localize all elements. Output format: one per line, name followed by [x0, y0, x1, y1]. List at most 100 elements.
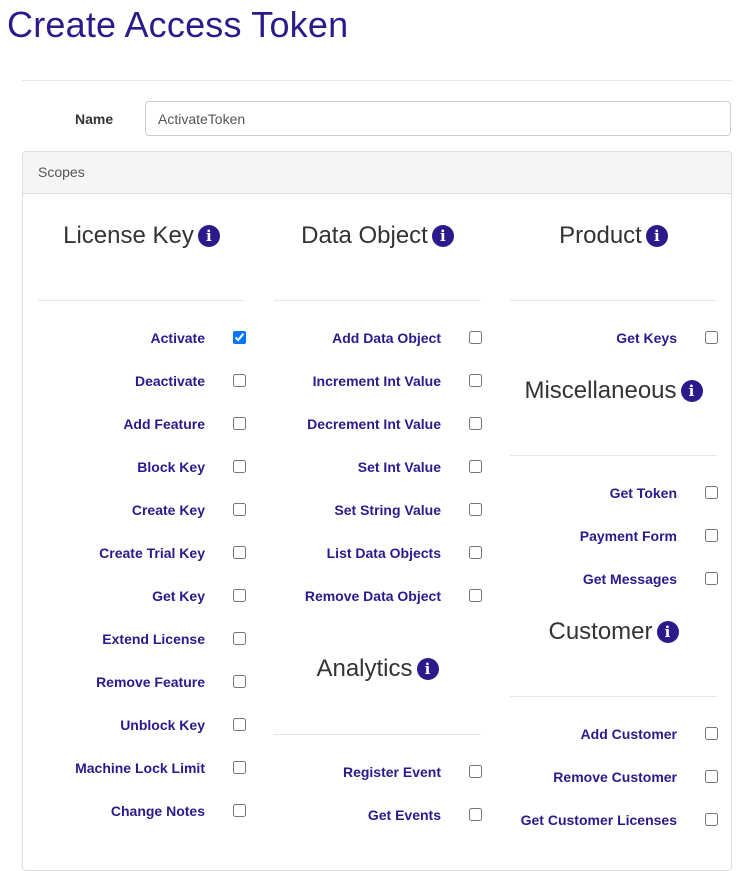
license-key-divider — [38, 300, 245, 301]
license-key-group-title: License Key i — [38, 222, 245, 250]
scope-row-extend-license: Extend License — [38, 631, 246, 651]
scope-label[interactable]: Decrement Int Value — [307, 416, 441, 432]
info-icon[interactable]: i — [645, 225, 668, 247]
scopes-panel: Scopes License Key i Activate Deactivate … — [22, 151, 732, 871]
scope-label[interactable]: Extend License — [102, 631, 205, 647]
info-icon[interactable]: i — [416, 658, 439, 680]
customer-divider — [510, 696, 717, 697]
scope-row-change-notes: Change Notes — [38, 803, 246, 823]
scope-label[interactable]: Add Customer — [581, 726, 677, 742]
scope-label[interactable]: Get Events — [368, 807, 441, 823]
scope-row-remove-feature: Remove Feature — [38, 674, 246, 694]
scope-label[interactable]: Set String Value — [334, 502, 441, 518]
scope-label[interactable]: Get Key — [152, 588, 205, 604]
customer-group-title: Customer i — [510, 618, 717, 646]
scope-label[interactable]: Machine Lock Limit — [75, 760, 205, 776]
scope-checkbox-increment-int-value[interactable] — [469, 374, 482, 387]
scope-checkbox-add-feature[interactable] — [233, 417, 246, 430]
scope-checkbox-get-keys[interactable] — [705, 331, 718, 344]
scope-label[interactable]: Payment Form — [580, 528, 677, 544]
scope-label[interactable]: Get Messages — [583, 571, 677, 587]
scope-label[interactable]: Get Keys — [616, 330, 677, 346]
scope-checkbox-create-trial-key[interactable] — [233, 546, 246, 559]
page-title: Create Access Token — [7, 4, 349, 45]
scope-checkbox-set-string-value[interactable] — [469, 503, 482, 516]
scope-checkbox-change-notes[interactable] — [233, 804, 246, 817]
scope-checkbox-add-customer[interactable] — [705, 727, 718, 740]
scope-label[interactable]: Add Data Object — [332, 330, 441, 346]
scope-row-get-key: Get Key — [38, 588, 246, 608]
scope-label[interactable]: List Data Objects — [327, 545, 441, 561]
info-icon[interactable]: i — [431, 225, 454, 247]
data-object-title: Data Object — [301, 222, 428, 249]
scope-checkbox-deactivate[interactable] — [233, 374, 246, 387]
scope-checkbox-remove-customer[interactable] — [705, 770, 718, 783]
name-input[interactable] — [145, 101, 731, 136]
scope-checkbox-create-key[interactable] — [233, 503, 246, 516]
scope-checkbox-remove-data-object[interactable] — [469, 589, 482, 602]
analytics-divider — [274, 734, 481, 735]
scope-row-remove-data-object: Remove Data Object — [274, 588, 482, 608]
scope-label[interactable]: Remove Customer — [553, 769, 677, 785]
scope-label[interactable]: Register Event — [343, 764, 441, 780]
scope-checkbox-get-key[interactable] — [233, 589, 246, 602]
info-icon[interactable]: i — [197, 225, 220, 247]
scope-label[interactable]: Deactivate — [135, 373, 205, 389]
scope-row-get-customer-licenses: Get Customer Licenses — [510, 812, 718, 832]
scope-label[interactable]: Set Int Value — [358, 459, 441, 475]
scope-row-increment-int-value: Increment Int Value — [274, 373, 482, 393]
data-object-divider — [274, 300, 481, 301]
scope-checkbox-machine-lock-limit[interactable] — [233, 761, 246, 774]
scope-label[interactable]: Block Key — [137, 459, 205, 475]
scope-row-activate: Activate — [38, 330, 246, 350]
scope-checkbox-activate[interactable] — [233, 331, 246, 344]
info-icon[interactable]: i — [680, 380, 703, 402]
header-divider — [22, 80, 732, 81]
scope-checkbox-get-messages[interactable] — [705, 572, 718, 585]
scope-checkbox-decrement-int-value[interactable] — [469, 417, 482, 430]
scope-row-add-customer: Add Customer — [510, 726, 718, 746]
scope-row-list-data-objects: List Data Objects — [274, 545, 482, 565]
scope-checkbox-get-customer-licenses[interactable] — [705, 813, 718, 826]
miscellaneous-title: Miscellaneous — [524, 377, 677, 404]
miscellaneous-group-title: Miscellaneous i — [510, 377, 717, 405]
scope-row-get-messages: Get Messages — [510, 571, 718, 591]
analytics-group-title: Analytics i — [274, 655, 481, 683]
scope-label[interactable]: Activate — [151, 330, 205, 346]
scope-row-get-token: Get Token — [510, 485, 718, 505]
name-label: Name — [75, 111, 114, 127]
scope-label[interactable]: Add Feature — [123, 416, 205, 432]
scope-checkbox-set-int-value[interactable] — [469, 460, 482, 473]
scopes-heading: Scopes — [23, 152, 731, 194]
scope-row-create-key: Create Key — [38, 502, 246, 522]
scope-checkbox-payment-form[interactable] — [705, 529, 718, 542]
scope-label[interactable]: Remove Feature — [96, 674, 205, 690]
scope-row-remove-customer: Remove Customer — [510, 769, 718, 789]
scope-label[interactable]: Increment Int Value — [313, 373, 441, 389]
scope-label[interactable]: Remove Data Object — [305, 588, 441, 604]
scope-row-create-trial-key: Create Trial Key — [38, 545, 246, 565]
scope-row-block-key: Block Key — [38, 459, 246, 479]
scope-label[interactable]: Create Trial Key — [99, 545, 205, 561]
scope-label[interactable]: Get Customer Licenses — [521, 812, 677, 828]
scope-checkbox-add-data-object[interactable] — [469, 331, 482, 344]
scope-label[interactable]: Change Notes — [111, 803, 205, 819]
scope-checkbox-block-key[interactable] — [233, 460, 246, 473]
scope-checkbox-unblock-key[interactable] — [233, 718, 246, 731]
scope-checkbox-list-data-objects[interactable] — [469, 546, 482, 559]
scope-row-add-data-object: Add Data Object — [274, 330, 482, 350]
scope-label[interactable]: Create Key — [132, 502, 205, 518]
scope-label[interactable]: Unblock Key — [120, 717, 205, 733]
scope-checkbox-get-token[interactable] — [705, 486, 718, 499]
scope-checkbox-extend-license[interactable] — [233, 632, 246, 645]
scope-checkbox-remove-feature[interactable] — [233, 675, 246, 688]
scope-row-payment-form: Payment Form — [510, 528, 718, 548]
scope-row-get-events: Get Events — [274, 807, 482, 827]
info-icon[interactable]: i — [656, 621, 679, 643]
product-title: Product — [559, 222, 642, 249]
scope-checkbox-register-event[interactable] — [469, 765, 482, 778]
scope-label[interactable]: Get Token — [610, 485, 677, 501]
license-key-title: License Key — [63, 222, 194, 249]
customer-title: Customer — [548, 618, 653, 645]
scope-checkbox-get-events[interactable] — [469, 808, 482, 821]
